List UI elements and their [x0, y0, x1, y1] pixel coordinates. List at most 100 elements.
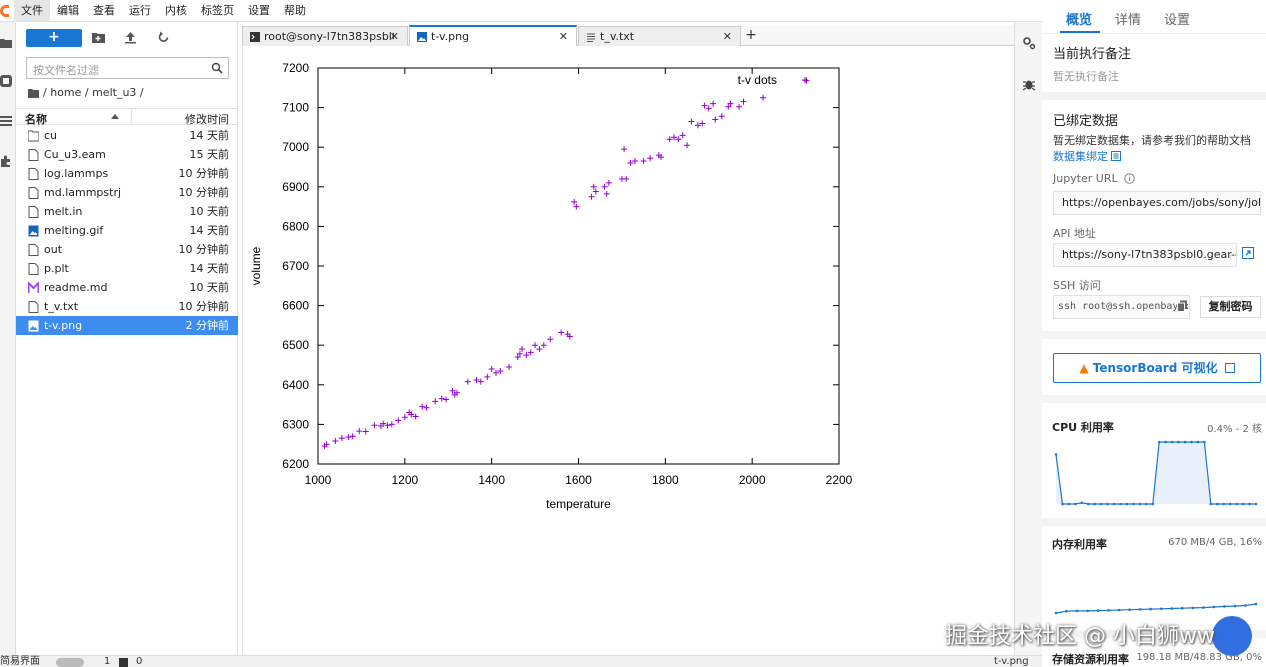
- file-row[interactable]: cu 14 天前: [16, 126, 238, 145]
- chat-support-button[interactable]: [1212, 616, 1252, 656]
- tab-close-icon[interactable]: ✕: [723, 27, 732, 46]
- legend-label: t-v dots: [738, 73, 777, 87]
- tab-close-icon[interactable]: ✕: [390, 27, 399, 46]
- x-tick-label: 1000: [305, 473, 332, 487]
- ssh-command-field[interactable]: ssh root@ssh.openbaye:: [1053, 295, 1190, 319]
- section-divider: [1042, 92, 1266, 100]
- command-palette-icon[interactable]: [0, 115, 12, 127]
- property-inspector-icon[interactable]: [1022, 36, 1036, 50]
- file-row[interactable]: md.lammpstrj 10 分钟前: [16, 183, 238, 202]
- file-icon: [28, 244, 39, 256]
- storage-usage-title: 存储资源利用率: [1052, 653, 1129, 666]
- x-tick-label: 1400: [478, 473, 505, 487]
- terminal-count[interactable]: 1: [104, 656, 110, 667]
- folder-icon[interactable]: [28, 88, 39, 98]
- info-icon[interactable]: [1123, 173, 1135, 184]
- debugger-icon[interactable]: [1022, 77, 1036, 91]
- tab-details[interactable]: 详情: [1115, 9, 1141, 28]
- jupyterlab-window: 文件 编辑 查看 运行 内核 标签页 设置 帮助 + 按文件名过滤 / home…: [0, 0, 1266, 667]
- usage-point: [1196, 440, 1200, 444]
- tab-image[interactable]: t-v.png ✕: [409, 25, 577, 46]
- copy-icon[interactable]: [1177, 300, 1188, 312]
- data-point: [332, 438, 339, 445]
- menu-tabs[interactable]: 标签页: [194, 0, 241, 22]
- file-row[interactable]: melt.in 10 天前: [16, 202, 238, 221]
- file-row[interactable]: t_v.txt 10 分钟前: [16, 297, 238, 316]
- doc-icon[interactable]: [1111, 151, 1121, 161]
- data-point: [464, 378, 471, 385]
- column-divider[interactable]: [131, 109, 132, 125]
- data-point: [688, 118, 695, 125]
- memory-usage-title: 内存利用率: [1052, 538, 1107, 551]
- file-modified-time: 10 分钟前: [178, 186, 230, 199]
- column-name[interactable]: 名称: [25, 111, 47, 127]
- api-url-field[interactable]: https://sony-l7tn383psbl0.gear-c1.: [1053, 243, 1237, 267]
- file-row[interactable]: melting.gif 14 天前: [16, 221, 238, 240]
- sort-arrow-icon: [111, 114, 119, 119]
- data-point: [432, 398, 439, 405]
- data-point: [527, 349, 534, 356]
- menu-file[interactable]: 文件: [14, 0, 50, 22]
- breadcrumb-path[interactable]: / home / melt_u3 /: [43, 86, 144, 99]
- extension-icon[interactable]: [0, 155, 12, 167]
- x-tick-label: 1800: [652, 473, 679, 487]
- menu-kernel[interactable]: 内核: [158, 0, 194, 22]
- usage-point: [1164, 440, 1167, 444]
- tab-terminal[interactable]: root@sony-l7tn383psbl0-ma ✕: [242, 26, 408, 46]
- image-icon: [28, 320, 39, 332]
- column-modified[interactable]: 修改时间: [185, 111, 229, 127]
- menu-help[interactable]: 帮助: [277, 0, 313, 22]
- new-launcher-button[interactable]: +: [26, 29, 82, 47]
- jupyter-url-field[interactable]: https://openbayes.com/jobs/sony/jobs: [1053, 191, 1261, 215]
- folder-icon[interactable]: [0, 37, 12, 49]
- x-tick-label: 2200: [826, 473, 853, 487]
- usage-point: [1106, 502, 1109, 506]
- legend-marker: [802, 77, 808, 83]
- data-point: [647, 155, 654, 162]
- menu-settings[interactable]: 设置: [241, 0, 277, 22]
- file-filter-input[interactable]: 按文件名过滤: [26, 57, 229, 79]
- add-tab-button[interactable]: +: [742, 27, 760, 45]
- kernel-count[interactable]: 0: [136, 656, 142, 667]
- main-tab-bar: root@sony-l7tn383psbl0-ma ✕ t-v.png ✕ t_…: [242, 25, 1014, 46]
- open-external-icon[interactable]: [1242, 247, 1254, 259]
- tab-text-file[interactable]: t_v.txt ✕: [578, 26, 741, 46]
- tab-overview[interactable]: 概览: [1066, 9, 1092, 28]
- file-name: log.lammps: [44, 167, 109, 180]
- y-tick-label: 6600: [282, 299, 309, 313]
- menu-view[interactable]: 查看: [86, 0, 122, 22]
- usage-point: [1170, 440, 1174, 444]
- usage-point: [1149, 607, 1153, 611]
- usage-point: [1093, 502, 1097, 506]
- data-point: [356, 428, 363, 435]
- file-row[interactable]: readme.md 10 天前: [16, 278, 238, 297]
- file-row[interactable]: p.plt 14 天前: [16, 259, 238, 278]
- new-folder-icon[interactable]: [92, 31, 105, 44]
- file-row[interactable]: t-v.png 2 分钟前: [16, 316, 238, 335]
- usage-point: [1233, 604, 1237, 608]
- markdown-icon: [28, 282, 39, 293]
- refresh-icon[interactable]: [157, 31, 170, 44]
- dataset-binding-link[interactable]: 数据集绑定: [1053, 148, 1108, 164]
- usage-line: [1055, 603, 1257, 614]
- data-point: [760, 94, 767, 101]
- file-row[interactable]: log.lammps 10 分钟前: [16, 164, 238, 183]
- copy-password-button[interactable]: 复制密码: [1200, 296, 1261, 318]
- tensorboard-button[interactable]: ▲ TensorBoard 可视化: [1053, 353, 1261, 383]
- upload-icon[interactable]: [124, 31, 137, 44]
- file-name: p.plt: [44, 262, 69, 275]
- data-point: [718, 113, 725, 120]
- file-row[interactable]: out 10 分钟前: [16, 240, 238, 259]
- menu-edit[interactable]: 编辑: [50, 0, 86, 22]
- usage-point: [1086, 609, 1089, 613]
- text-file-icon: [587, 33, 595, 42]
- tab-panel-settings[interactable]: 设置: [1164, 9, 1190, 28]
- file-row[interactable]: Cu_u3.eam 15 天前: [16, 145, 238, 164]
- data-point: [705, 105, 712, 112]
- simple-mode-toggle[interactable]: [56, 658, 84, 667]
- tab-close-icon[interactable]: ✕: [559, 27, 568, 46]
- menu-run[interactable]: 运行: [122, 0, 158, 22]
- running-icon[interactable]: [0, 75, 12, 87]
- data-point: [488, 365, 495, 372]
- section-divider: [1042, 395, 1266, 403]
